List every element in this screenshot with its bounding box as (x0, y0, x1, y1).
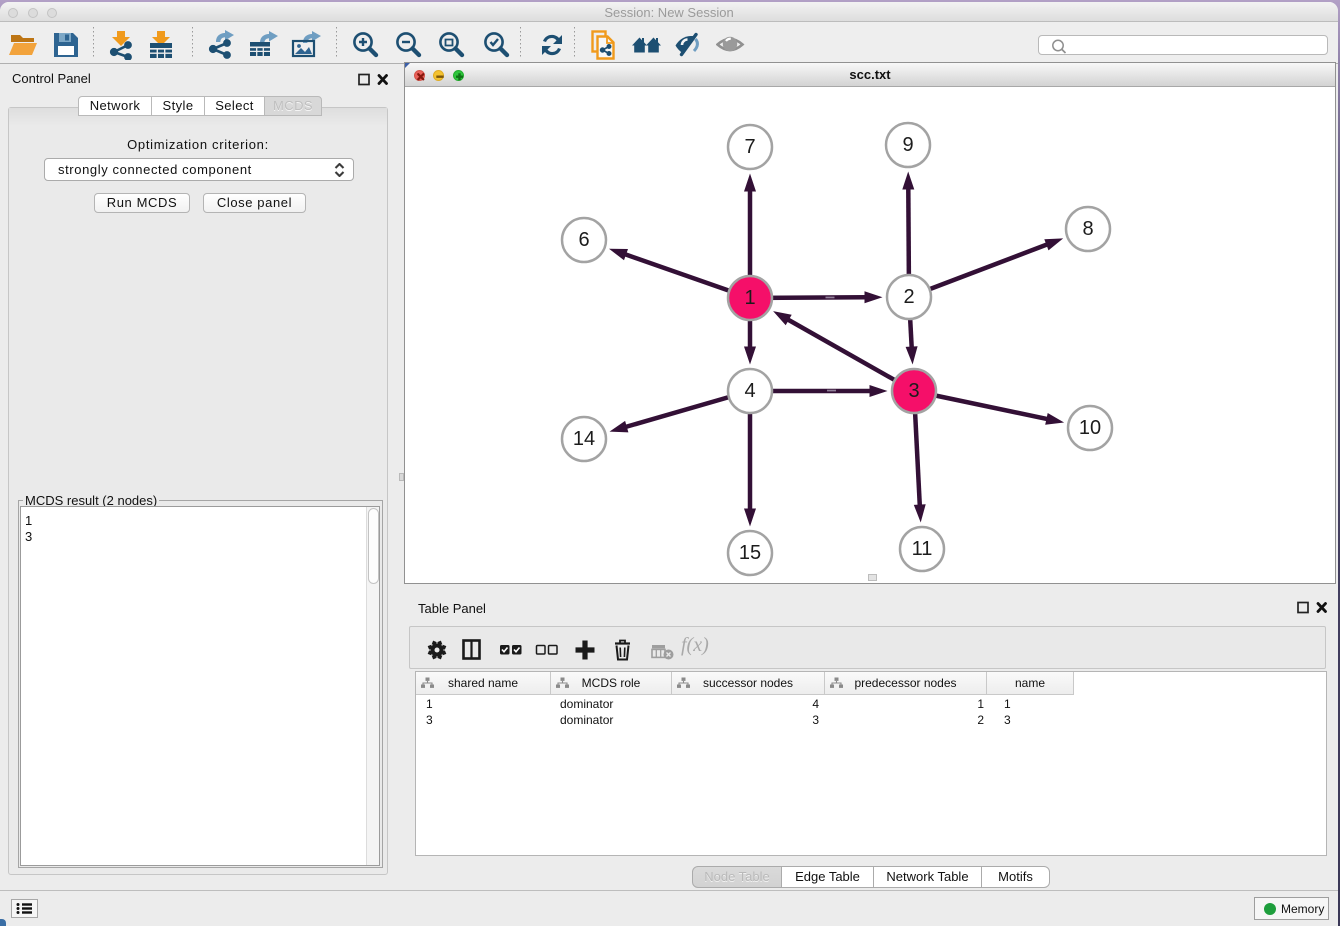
svg-text:8: 8 (1082, 218, 1093, 240)
svg-text:9: 9 (902, 134, 913, 156)
svg-text:6: 6 (578, 229, 589, 251)
svg-text:1: 1 (744, 287, 755, 309)
svg-text:7: 7 (744, 136, 755, 158)
svg-text:15: 15 (739, 542, 761, 564)
svg-text:2: 2 (903, 286, 914, 308)
svg-text:10: 10 (1079, 417, 1101, 439)
svg-text:3: 3 (908, 380, 919, 402)
svg-text:14: 14 (573, 428, 595, 450)
svg-text:11: 11 (912, 538, 933, 560)
svg-text:4: 4 (744, 380, 755, 402)
